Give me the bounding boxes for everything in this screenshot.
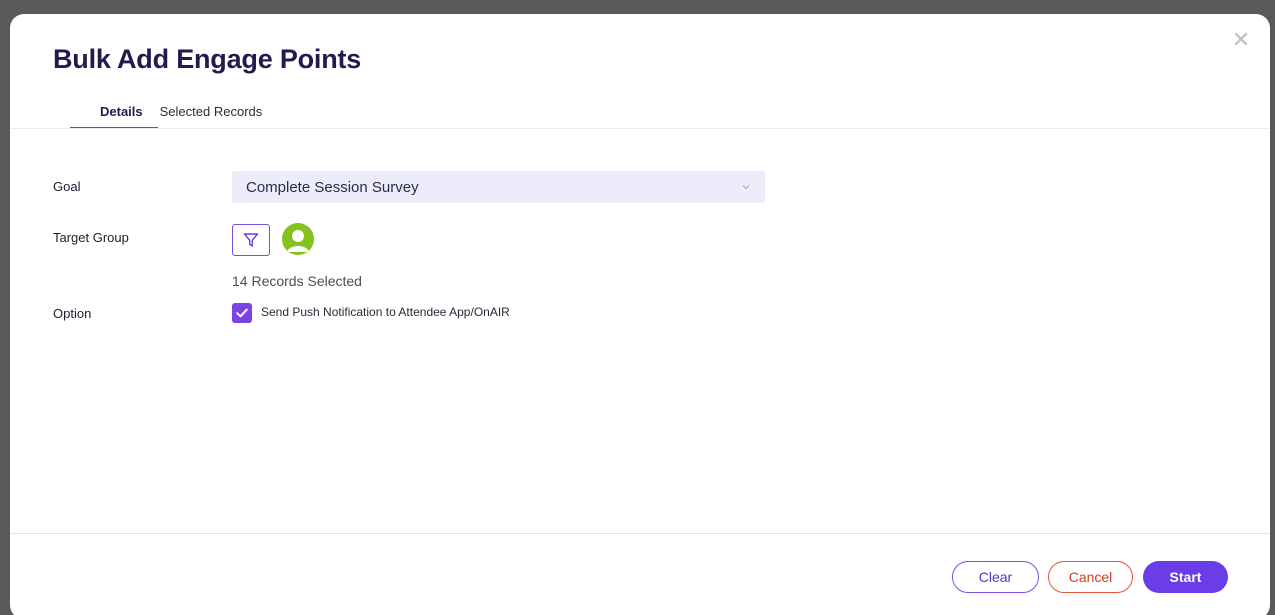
bulk-add-engage-points-dialog: Bulk Add Engage Points Details Selected … [10, 14, 1270, 615]
user-avatar-button[interactable] [282, 223, 314, 255]
push-notification-label[interactable]: Send Push Notification to Attendee App/O… [261, 305, 510, 319]
goal-select[interactable]: Complete Session Survey [232, 171, 765, 203]
close-icon [1234, 32, 1248, 46]
start-button[interactable]: Start [1143, 561, 1228, 593]
records-selected-count: 14 Records Selected [232, 273, 362, 289]
filter-button[interactable] [232, 224, 270, 256]
chevron-down-icon [742, 185, 750, 190]
goal-label: Goal [53, 179, 81, 194]
option-label: Option [53, 306, 92, 321]
user-avatar-icon [287, 230, 309, 252]
tab-selected-records[interactable]: Selected Records [158, 96, 275, 129]
footer-divider [10, 533, 1270, 534]
tab-details[interactable]: Details [70, 96, 158, 129]
dialog-title: Bulk Add Engage Points [53, 44, 362, 74]
push-notification-checkbox[interactable] [232, 303, 252, 323]
clear-button[interactable]: Clear [952, 561, 1039, 593]
checkmark-icon [236, 308, 248, 318]
tab-bar: Details Selected Records [70, 96, 274, 129]
close-button[interactable] [1234, 32, 1252, 50]
cancel-button[interactable]: Cancel [1048, 561, 1133, 593]
goal-select-value: Complete Session Survey [246, 178, 419, 196]
header-divider [10, 128, 1270, 129]
target-group-label: Target Group [53, 230, 129, 245]
filter-icon [243, 233, 259, 247]
